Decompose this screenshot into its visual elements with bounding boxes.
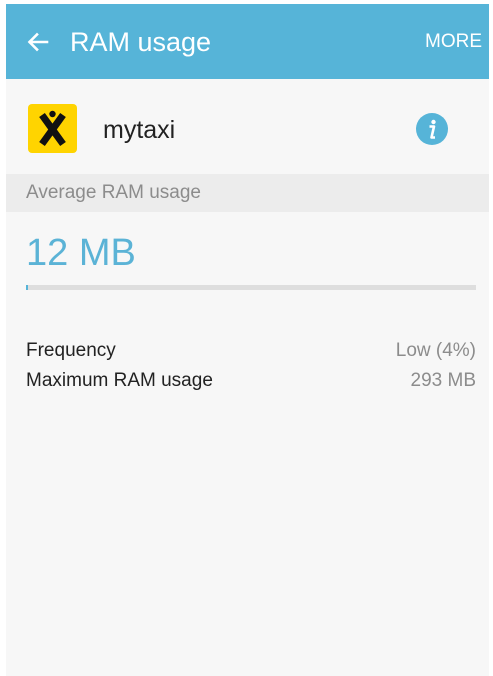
stat-value: 293 MB (410, 370, 476, 391)
info-button[interactable] (416, 113, 448, 145)
stat-row-frequency: Frequency Low (4%) (26, 339, 476, 365)
app-row: mytaxi (6, 79, 489, 174)
section-header-label: Average RAM usage (26, 182, 201, 203)
app-name: mytaxi (103, 116, 176, 144)
app-bar: RAM usage MORE (6, 4, 489, 79)
average-ram-value: 12 MB (26, 232, 136, 274)
screen: RAM usage MORE mytaxi Average RAM usage … (6, 4, 489, 676)
usage-bar-fill (26, 285, 28, 290)
more-button[interactable]: MORE (425, 30, 482, 54)
section-header: Average RAM usage (6, 174, 489, 212)
usage-bar (26, 285, 476, 290)
info-icon (429, 119, 436, 139)
stat-label: Frequency (26, 340, 116, 361)
mytaxi-logo-icon (28, 104, 77, 153)
stat-row-max-ram: Maximum RAM usage 293 MB (26, 369, 476, 395)
stat-label: Maximum RAM usage (26, 370, 213, 391)
back-button[interactable] (20, 24, 56, 60)
arrow-left-icon (27, 32, 49, 52)
page-title: RAM usage (70, 27, 212, 57)
stat-value: Low (4%) (395, 340, 476, 361)
